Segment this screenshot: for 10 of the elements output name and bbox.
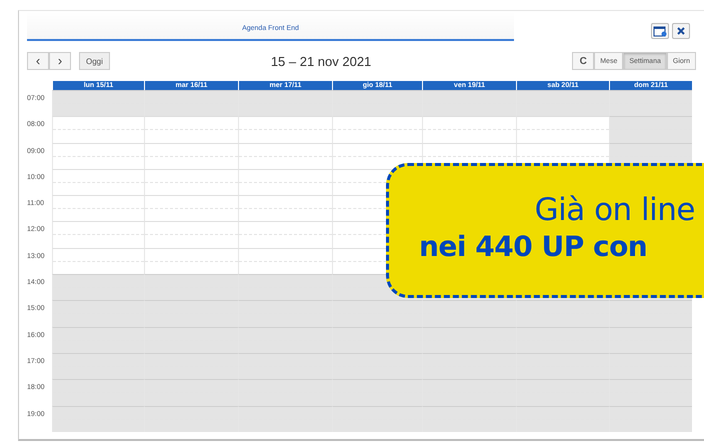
today-button[interactable]: Oggi [79,52,110,70]
previous-button[interactable]: ‹ [27,52,49,70]
refresh-button[interactable]: C [572,52,594,70]
calendar-icon[interactable] [651,23,669,39]
date-range: 15 – 21 nov 2021 [270,54,372,68]
next-button[interactable]: › [49,52,71,70]
close-icon[interactable] [672,23,690,39]
banner-text: nei 440 UP con [419,230,648,263]
banner-text: Già on line [534,192,696,228]
time-slot[interactable] [332,142,422,169]
